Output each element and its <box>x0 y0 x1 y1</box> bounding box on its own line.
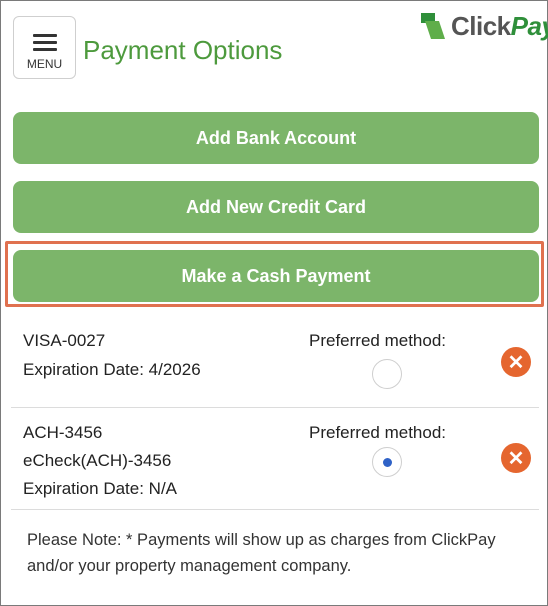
preferred-label: Preferred method: <box>309 423 447 442</box>
method-type: eCheck(ACH)-3456 <box>23 451 172 470</box>
method-name: VISA-0027 <box>23 331 106 350</box>
add-credit-card-button[interactable]: Add New Credit Card <box>13 181 539 233</box>
payment-note: Please Note: * Payments will show up as … <box>27 531 496 575</box>
divider <box>11 407 539 408</box>
cash-payment-button[interactable]: Make a Cash Payment <box>13 250 539 302</box>
preferred-radio[interactable] <box>372 447 402 477</box>
preferred-label: Preferred method: <box>309 331 447 350</box>
menu-icon <box>33 34 57 55</box>
clickpay-logo-icon <box>421 13 445 39</box>
menu-label: MENU <box>26 57 63 71</box>
app-frame: MENU Payment Options ClickPay Add Bank A… <box>0 0 548 606</box>
divider <box>11 509 539 510</box>
menu-button[interactable]: MENU <box>13 16 76 79</box>
page-title: Payment Options <box>83 35 283 65</box>
remove-icon[interactable]: ✕ <box>501 443 531 473</box>
preferred-radio[interactable] <box>372 359 402 389</box>
add-bank-account-button[interactable]: Add Bank Account <box>13 112 539 164</box>
method-expiration: Expiration Date: 4/2026 <box>23 360 201 379</box>
method-name: ACH-3456 <box>23 423 103 442</box>
method-expiration: Expiration Date: N/A <box>23 479 178 498</box>
remove-icon[interactable]: ✕ <box>501 347 531 377</box>
logo-text-click: Click <box>451 11 511 41</box>
logo-text-pay: Pay <box>510 11 548 41</box>
